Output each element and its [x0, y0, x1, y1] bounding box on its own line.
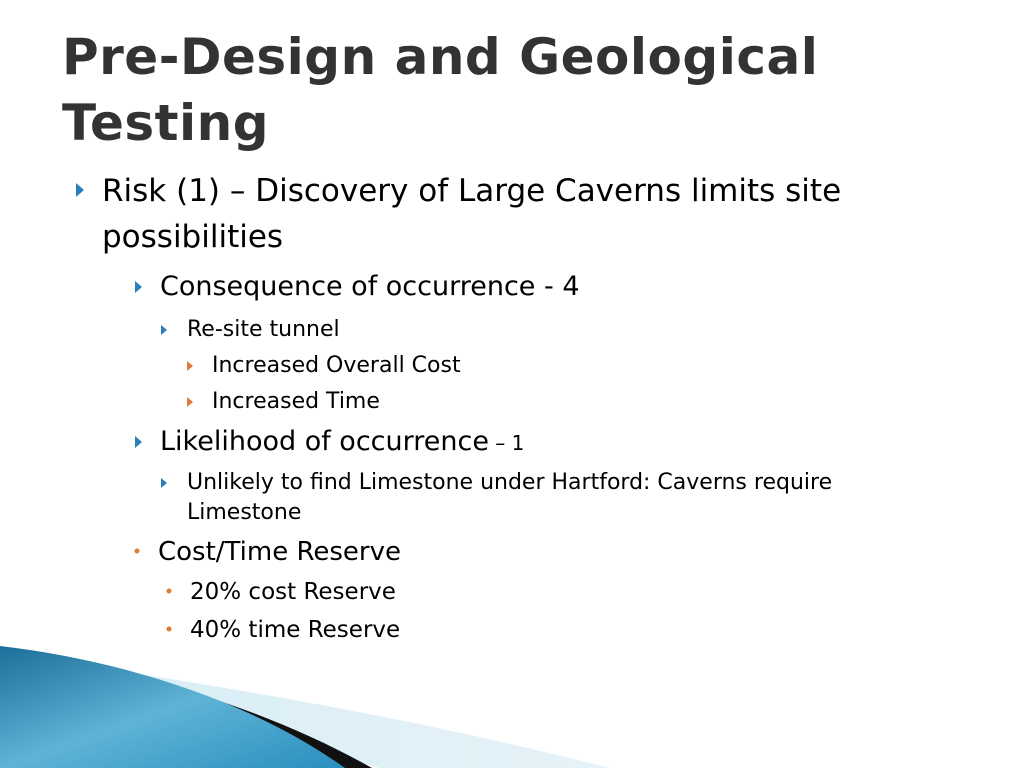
bullet-item-consequence: Consequence of occurrence - 4: [135, 268, 920, 306]
slide: Pre-Design and Geological Testing Risk (…: [0, 0, 1024, 768]
arrow-bullet-icon: [160, 477, 168, 489]
bullet-text: Increased Time: [212, 389, 380, 414]
bullet-text: Increased Overall Cost: [212, 353, 461, 378]
bullet-item-cost-reserve: 20% cost Reserve: [166, 576, 890, 608]
arrow-bullet-icon: [186, 360, 194, 372]
dot-bullet-icon: [166, 626, 172, 632]
bullet-text: Consequence of occurrence - 4: [160, 271, 580, 302]
bullet-text: Re-site tunnel: [187, 317, 340, 342]
bullet-item-time-reserve: 40% time Reserve: [166, 614, 890, 646]
arrow-bullet-icon: [160, 324, 168, 336]
bullet-text: 40% time Reserve: [190, 617, 401, 643]
bullet-text: Unlikely to find Limestone under Hartfor…: [187, 470, 833, 525]
bullet-item-reserve: Cost/Time Reserve: [134, 534, 918, 570]
bullet-item-cost: Increased Overall Cost: [187, 351, 912, 381]
dot-bullet-icon: [134, 548, 140, 554]
bullet-suffix-text: – 1: [488, 431, 525, 455]
bullet-item-resite: Re-site tunnel: [161, 315, 907, 345]
bullet-main-text: Likelihood of occurrence: [160, 426, 489, 457]
bullet-text: Likelihood of occurrence – 1: [160, 423, 920, 462]
arrow-bullet-icon: [75, 182, 85, 198]
arrow-bullet-icon: [134, 435, 143, 449]
dot-bullet-icon: [166, 588, 172, 594]
bullet-text: 20% cost Reserve: [190, 579, 396, 605]
bullet-item-time: Increased Time: [187, 387, 912, 417]
bullet-item-unlikely: Unlikely to find Limestone under Hartfor…: [161, 468, 927, 528]
bullet-item-risk: Risk (1) – Discovery of Large Caverns li…: [76, 168, 932, 260]
bullet-item-likelihood: Likelihood of occurrence – 1: [135, 423, 920, 462]
bullet-text: Cost/Time Reserve: [158, 537, 401, 567]
arrow-bullet-icon: [186, 396, 194, 408]
bullet-text: Risk (1) – Discovery of Large Caverns li…: [102, 173, 842, 255]
arrow-bullet-icon: [134, 280, 143, 294]
slide-title: Pre-Design and Geological Testing: [62, 28, 819, 152]
